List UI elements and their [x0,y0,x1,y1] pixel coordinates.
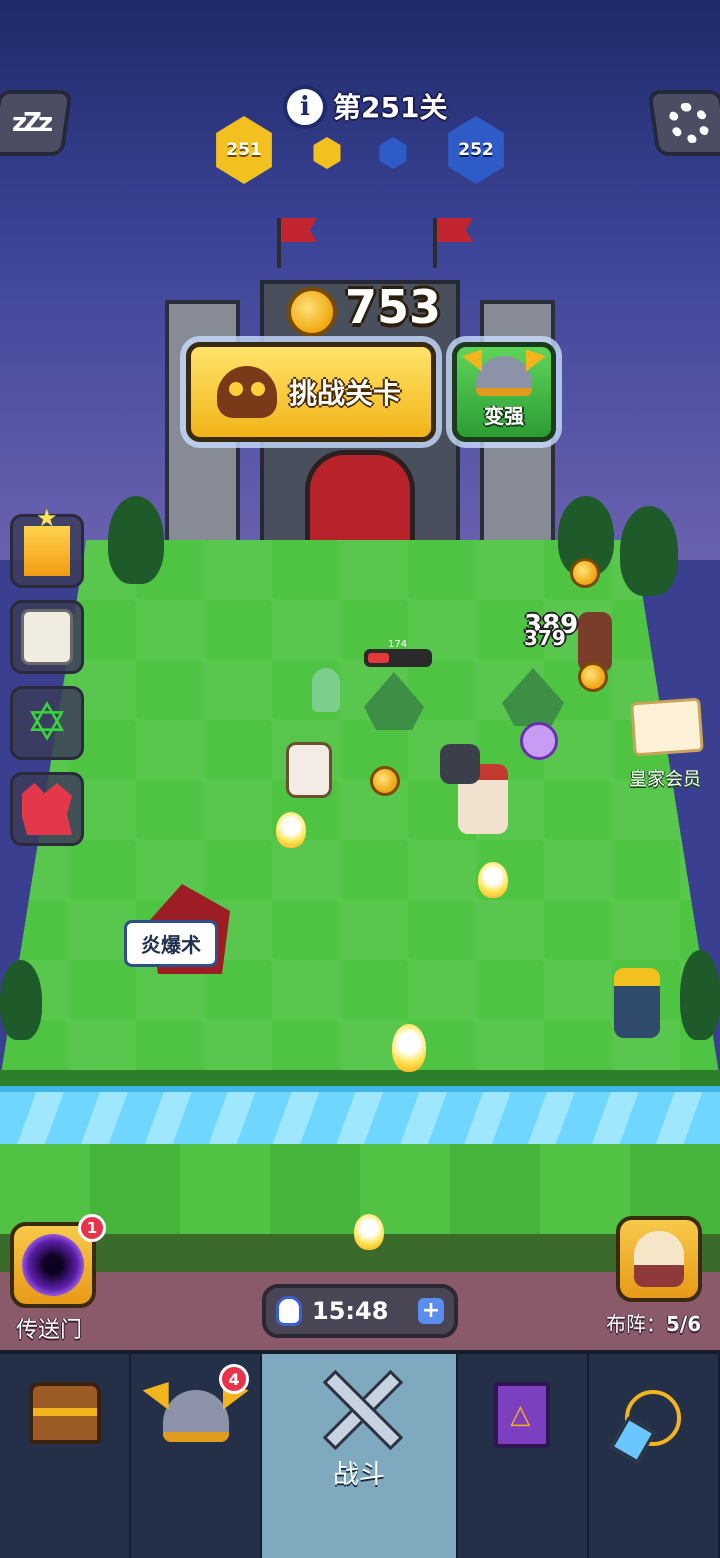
tab-treasure[interactable] [0,1354,132,1558]
power-up-label: 变强 [484,403,524,428]
battle-board [0,540,720,1080]
fireball [276,812,306,848]
castle-gate [305,450,415,550]
crossed-swords-icon [314,1362,404,1452]
hero-tab-badge: 4 [219,1364,250,1394]
tree [0,960,42,1040]
sleep-button[interactable]: zZz [0,90,73,156]
formation-button[interactable] [616,1216,702,1302]
hexagram-button[interactable]: ✡ [10,686,84,760]
tree [620,506,678,596]
skill-name-tag: 炎爆术 [124,920,218,967]
fireball [392,1024,426,1072]
castle-flag [433,218,437,268]
level-title: 第251关 [333,91,448,124]
ghost-icon [312,668,340,712]
enemy-dark-knight [440,744,480,784]
gold-coin-icon [287,287,337,337]
tab-hero[interactable]: 4 [131,1354,263,1558]
fireball [478,862,508,898]
board-edge [0,1070,720,1086]
formation-label-text: 布阵： [606,1312,666,1336]
winged-helmet-icon [476,355,532,396]
leaderboard-button[interactable] [10,504,84,588]
hero-portrait-icon [634,1231,684,1287]
hero-knight [286,742,332,798]
tab-spellbook[interactable] [458,1354,589,1558]
fireball [354,1214,384,1250]
gold-coin-drop [370,766,400,796]
tree [680,950,720,1040]
river [0,1086,720,1144]
enemy-hp-bar [364,649,432,667]
formation-label: 布阵：5/6 [606,1308,701,1337]
hexagram-icon: ✡ [25,693,69,753]
rage-button[interactable] [10,772,84,846]
portal-icon [22,1234,84,1296]
winged-helmet-icon [162,1390,229,1442]
gear-icon [666,103,712,143]
tab-equipment[interactable] [589,1354,720,1558]
tree [108,496,164,584]
quest-scroll-button[interactable] [10,600,84,674]
portal-label: 传送门 [16,1318,83,1343]
trophy-icon [24,504,70,576]
formation-count: 5/6 [666,1312,702,1336]
royal-membership-card[interactable] [630,697,704,757]
rage-icon [22,783,72,835]
amulet-icon [625,1390,682,1446]
info-icon[interactable]: i [283,85,327,129]
chest-icon [28,1382,101,1444]
gold-coin-drop [578,662,608,692]
enemy-hp-fill [368,653,389,663]
scroll-icon [21,609,73,665]
tab-battle-label: 战斗 [333,1460,386,1490]
gold-coin-drop [570,558,600,588]
tap-hand-icon [276,1296,302,1326]
power-up-button[interactable]: 变强 [452,342,556,442]
gold-amount: 753 [345,280,442,334]
book-icon [494,1382,551,1448]
add-time-button[interactable]: + [418,1298,444,1324]
damage-number: 379 [524,626,566,650]
skull-icon [217,366,277,418]
royal-membership-label[interactable]: 皇家会员 [629,765,701,791]
tab-battle[interactable]: 战斗 [262,1354,458,1558]
bottom-tab-bar: 4 战斗 [0,1350,720,1558]
challenge-level-button[interactable]: 挑战关卡 [186,342,436,442]
portal-badge: 1 [78,1214,106,1242]
purple-orb [520,722,558,760]
idle-timer: 15:48 + [262,1284,458,1338]
challenge-level-label: 挑战关卡 [289,377,402,410]
timer-value: 15:48 [312,1297,389,1325]
hero-mage [614,968,660,1038]
castle-flag [277,218,281,268]
settings-button[interactable] [647,90,720,156]
sleep-icon: zZz [12,108,50,138]
